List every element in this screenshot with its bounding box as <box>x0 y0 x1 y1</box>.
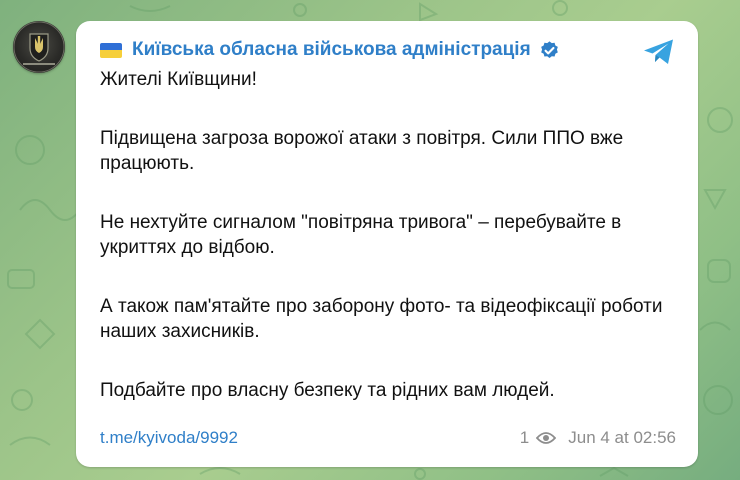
coat-of-arms-avatar-icon <box>13 21 65 73</box>
flag-blue-stripe <box>100 42 122 50</box>
flag-yellow-stripe <box>100 50 122 58</box>
eye-icon <box>536 432 557 444</box>
message-bubble: Київська обласна військова адміністрація… <box>76 21 698 467</box>
message-text: Жителі Київщини! Підвищена загроза ворож… <box>100 67 674 403</box>
message-timestamp: Jun 4 at 02:56 <box>568 428 676 447</box>
message-meta: 1 Jun 4 at 02:56 <box>520 428 676 448</box>
message-header: Київська обласна військова адміністрація <box>100 37 674 63</box>
channel-name[interactable]: Київська обласна військова адміністрація <box>132 39 531 61</box>
message-footer: t.me/kyivoda/9992 1 Jun 4 at 02:56 <box>100 427 676 449</box>
message-paragraph-threat: Підвищена загроза ворожої атаки з повітр… <box>100 128 624 174</box>
view-count: 1 <box>519 428 530 447</box>
message-paragraph-shelter: Не нехтуйте сигналом "повітряна тривога"… <box>100 212 622 258</box>
verified-badge-icon <box>540 40 558 58</box>
channel-avatar[interactable] <box>13 21 65 73</box>
message-paragraph-safety: Подбайте про власну безпеку та рідних ва… <box>100 380 555 401</box>
ukraine-flag-icon <box>100 42 122 58</box>
message-paragraph-greeting: Жителі Київщини! <box>100 69 257 90</box>
message-paragraph-photo-ban: А також пам'ятайте про заборону фото- та… <box>100 296 663 342</box>
telegram-share-icon[interactable] <box>642 37 676 67</box>
post-link[interactable]: t.me/kyivoda/9992 <box>100 428 238 448</box>
